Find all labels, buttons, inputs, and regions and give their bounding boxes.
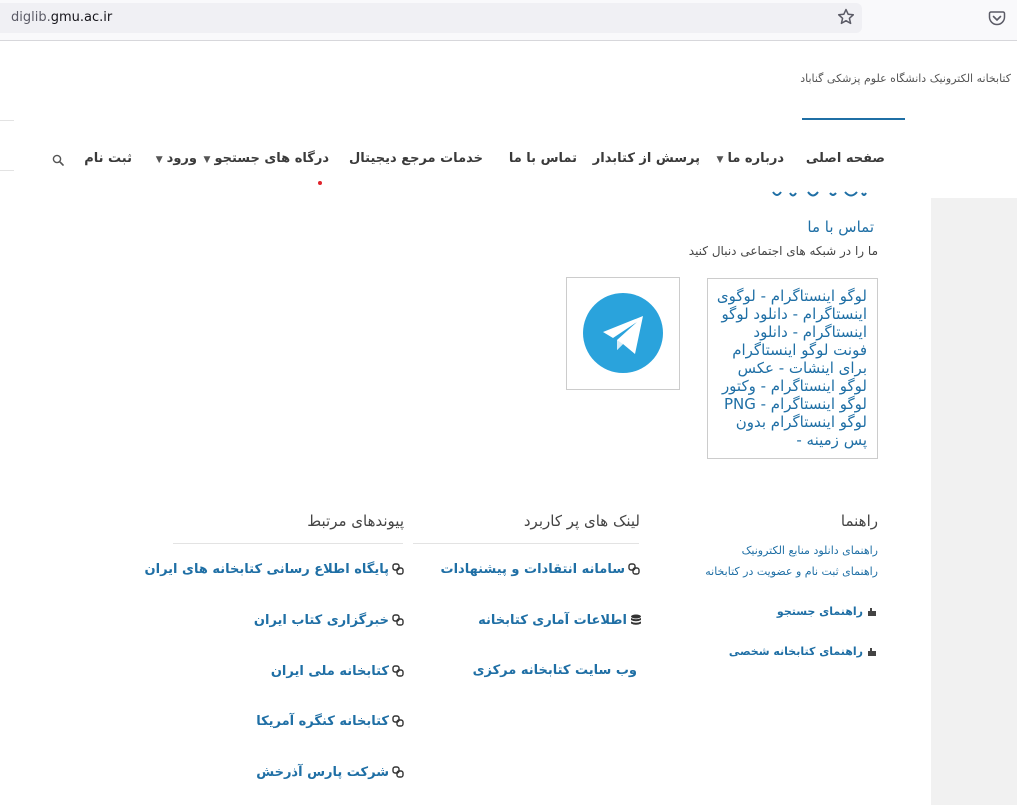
link-icon <box>392 614 404 626</box>
useful-link-feedback[interactable]: سامانه انتقادات و پیشنهادات <box>441 562 640 577</box>
instagram-image-alt[interactable]: لوگو اینستاگرام - لوگوی اینستاگرام - دان… <box>715 287 867 449</box>
nav-item-digital-reference[interactable]: خدمات مرجع دیجیتال <box>349 151 483 166</box>
guide-heading: راهنما <box>840 512 878 530</box>
hand-pointer-icon <box>868 608 876 616</box>
related-link-national-library[interactable]: کتابخانه ملی ایران <box>271 664 404 679</box>
nav-item-about[interactable]: درباره ما▼ <box>717 151 784 166</box>
related-link-library-of-congress[interactable]: کتابخانه کنگره آمریکا <box>256 714 404 729</box>
related-links-heading: پیوندهای مرتبط <box>307 512 404 530</box>
hand-pointer-icon <box>868 648 876 656</box>
chevron-down-icon: ▼ <box>716 155 724 165</box>
nav-item-login[interactable]: ورود▼ <box>156 151 197 166</box>
divider <box>173 543 403 544</box>
telegram-icon <box>583 293 663 373</box>
site-title[interactable]: کتابخانه الکترونیک دانشگاه علوم پزشکی گن… <box>800 72 1011 85</box>
divider <box>0 170 14 171</box>
nav-item-ask-librarian[interactable]: پرسش از کتابدار <box>593 151 700 166</box>
sidebar-panel <box>931 198 1017 805</box>
bookmark-star-icon[interactable] <box>836 7 856 27</box>
nav-item-register[interactable]: ثبت نام <box>84 151 132 166</box>
link-icon <box>392 665 404 677</box>
related-link-pars-azarakhsh[interactable]: شرکت پارس آذرخش <box>256 765 404 780</box>
instagram-link[interactable]: لوگو اینستاگرام - لوگوی اینستاگرام - دان… <box>707 278 878 459</box>
nav-item-search-portals[interactable]: درگاه های جستجو▼ <box>204 151 329 166</box>
notification-dot <box>318 181 322 185</box>
link-icon <box>392 563 404 575</box>
nav-item-home[interactable]: صفحه اصلی <box>806 151 885 166</box>
divider <box>0 120 14 121</box>
link-icon <box>392 766 404 778</box>
chevron-down-icon: ▼ <box>155 155 163 165</box>
guide-link-register[interactable]: راهنمای ثبت نام و عضویت در کتابخانه <box>705 565 878 578</box>
telegram-link[interactable] <box>566 277 680 390</box>
guide-link-search[interactable]: راهنمای جستجو <box>777 605 878 618</box>
clipped-text <box>770 187 870 199</box>
database-icon <box>631 614 641 625</box>
nav-item-contact[interactable]: تماس با ما <box>509 151 577 166</box>
chevron-down-icon: ▼ <box>203 155 211 165</box>
link-icon <box>392 715 404 727</box>
link-icon <box>628 563 640 575</box>
contact-heading[interactable]: تماس با ما <box>807 218 874 236</box>
search-icon[interactable] <box>52 154 64 166</box>
guide-link-download[interactable]: راهنمای دانلود منابع الکترونیک <box>742 544 878 557</box>
useful-link-statistics[interactable]: اطلاعات آماری کتابخانه <box>478 613 642 628</box>
address-bar[interactable] <box>0 3 862 33</box>
related-link-iran-libraries[interactable]: پایگاه اطلاع رسانی کتابخانه های ایران <box>145 562 404 577</box>
pocket-icon[interactable] <box>988 9 1006 27</box>
guide-link-personal-library[interactable]: راهنمای کتابخانه شخصی <box>729 645 878 658</box>
useful-link-central-library[interactable]: وب سایت کتابخانه مرکزی <box>473 663 637 678</box>
active-tab-indicator <box>802 118 905 120</box>
useful-links-heading: لینک های پر کاربرد <box>523 512 640 530</box>
follow-us-text: ما را در شبکه های اجتماعی دنبال کنید <box>688 244 878 258</box>
url-text[interactable]: diglib.gmu.ac.ir <box>11 10 112 25</box>
related-link-ibna[interactable]: خبرگزاری کتاب ایران <box>254 613 404 628</box>
divider <box>413 543 639 544</box>
